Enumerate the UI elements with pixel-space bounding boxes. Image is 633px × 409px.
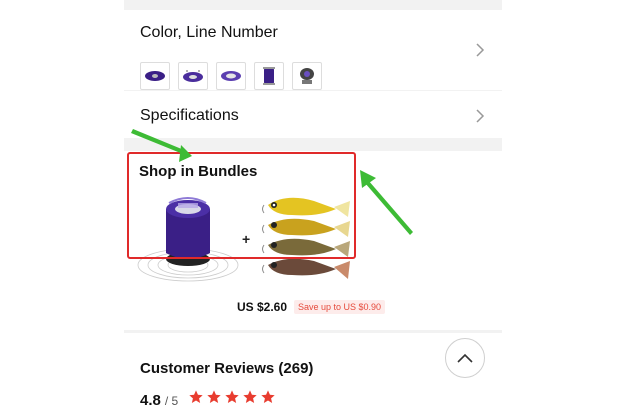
star-icon (189, 390, 203, 403)
rating-max: / 5 (164, 394, 179, 408)
rating-value: 4.8 (140, 392, 161, 409)
bundle-save-badge: Save up to US $0.90 (294, 300, 386, 314)
color-option-3[interactable] (216, 62, 246, 90)
back-to-top-button[interactable] (445, 338, 485, 378)
specifications-title: Specifications (140, 107, 239, 124)
chevron-right-icon[interactable] (474, 42, 486, 58)
rating-row: 4.8 / 5 (140, 389, 276, 409)
star-icon (207, 390, 221, 403)
star-icon (243, 390, 257, 403)
highlight-box (127, 152, 356, 259)
chevron-up-icon (457, 353, 473, 363)
reviews-title: Customer Reviews (269) (140, 360, 314, 377)
specifications-row[interactable]: Specifications (124, 91, 502, 138)
chevron-right-icon[interactable] (474, 108, 486, 124)
color-section[interactable]: Color, Line Number (124, 10, 502, 90)
color-thumbnails (140, 62, 322, 90)
color-option-2[interactable] (178, 62, 208, 90)
customer-reviews-section[interactable]: Customer Reviews (269) 4.8 / 5 (124, 333, 502, 409)
bundle-price: US $2.60 (237, 300, 288, 314)
color-section-title: Color, Line Number (140, 24, 278, 41)
star-icon (225, 390, 239, 403)
color-option-5[interactable] (292, 62, 322, 90)
color-option-1[interactable] (140, 62, 170, 90)
star-icon (261, 390, 275, 403)
star-rating (188, 389, 276, 405)
color-option-4[interactable] (254, 62, 284, 90)
